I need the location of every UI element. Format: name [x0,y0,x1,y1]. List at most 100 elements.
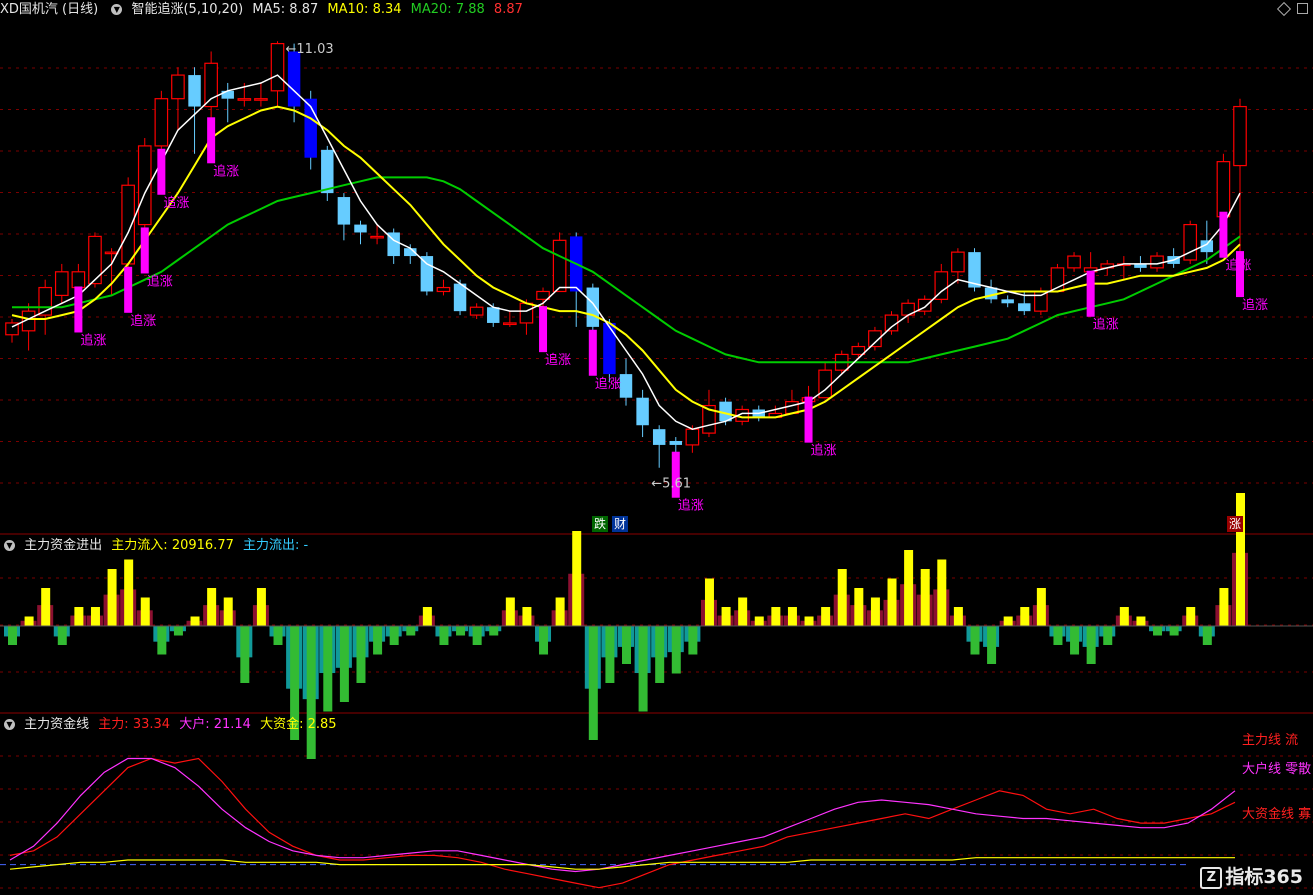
candle-body [469,306,484,316]
candle-body [519,302,534,324]
flow-bar [887,578,897,626]
candle-body [237,98,252,101]
ma20-label: MA20: [410,2,452,17]
ma20-value: 7.88 [455,2,485,17]
candle-body [1034,290,1048,312]
flow-bar [1169,626,1179,636]
candle-body [1233,105,1247,167]
fundline-title[interactable]: 主力资金线 [24,717,89,732]
flow-bar [323,626,333,712]
flow-bar [373,626,383,655]
candle-body [154,98,169,147]
fundline-menu-icon[interactable]: ▼ [4,719,15,730]
chase-bar [124,266,133,313]
candle-body [453,283,467,312]
flow-bar [721,607,731,626]
flow-bar [90,607,100,626]
flow-bar [622,626,631,664]
chase-bar [539,306,548,353]
candle-body [586,287,600,327]
flow-bar [157,626,167,655]
flow-bar [704,578,714,626]
ma5-value: 8.87 [289,2,319,17]
flow-bar [273,626,283,645]
candle-body [104,251,119,255]
flow-bar [671,626,681,674]
rise-tag[interactable]: 涨 [1227,516,1244,532]
flow-bar [1236,493,1245,626]
chase-label: 追涨 [545,352,571,368]
indicator-name[interactable]: 智能追涨(5,10,20) [131,2,243,17]
flow-bar [489,626,499,636]
flow-bar [1086,626,1096,664]
candle-body [54,271,69,297]
flow-bar [970,626,980,655]
candle-body [1067,255,1081,269]
chase-label: 追涨 [147,273,173,289]
logo-icon: Z [1200,867,1223,889]
flow-bar [1153,626,1163,636]
chase-bar [157,148,166,195]
fundline-panel-header: ▼ 主力资金线 主力: 33.34 大户: 21.14 大资金: 2.85 [0,715,342,735]
ma5-label: MA5: [252,2,286,17]
candle-body [121,184,135,265]
series-end-label: 大资金线 寡 [1242,806,1311,822]
main-chart-header: XD国机汽 (日线) ▼ 智能追涨(5,10,20) MA5: 8.87 MA1… [0,0,528,20]
flow-bar [41,588,51,626]
candle-body [636,397,649,426]
flow-bar [406,626,416,636]
candle-body [669,440,683,445]
candle-body [436,286,451,293]
finance-tag[interactable]: 财 [612,516,629,532]
extra-value: 8.87 [493,2,523,17]
indicator-menu-icon[interactable]: ▼ [111,4,123,15]
low-label: ←5.61 [651,477,691,492]
big-fund-line [9,857,1235,870]
flow-bar [588,626,598,740]
flow-bar [207,588,217,626]
candle-body [287,51,301,107]
candle-body [951,251,965,273]
candle-body [652,429,666,445]
flow-bar [1070,626,1080,655]
flow-bar [24,616,34,626]
symbol-title: XD国机汽 (日线) [0,2,99,17]
candle-body [171,74,185,100]
candle-body [1150,255,1164,269]
candle-body [619,374,633,398]
flow-bar [555,597,565,626]
flow-menu-icon[interactable]: ▼ [4,540,15,551]
flow-bar [1119,607,1129,626]
chase-label: 追涨 [595,376,621,392]
candle-body [552,239,567,293]
high-label: ←11.03 [286,42,334,57]
flow-bar [1202,626,1212,645]
flow-bar [638,626,648,712]
fall-tag[interactable]: 跌 [592,516,609,532]
flow-bar [1103,626,1113,645]
flow-title[interactable]: 主力资金进出 [24,538,102,553]
flow-bar [306,626,316,759]
chase-bar [1236,251,1244,298]
flow-bar [389,626,399,645]
inflow-value: 20916.77 [171,538,234,553]
candle-body [354,224,367,233]
main-value: 33.34 [132,717,171,732]
candle-body [337,197,351,225]
candle-body [370,235,384,239]
flow-bar [124,559,134,626]
flow-bar [804,616,814,626]
candle-body [204,62,218,108]
chase-label: 追涨 [678,498,704,514]
flow-bar [190,616,200,626]
flow-bar [1003,616,1013,626]
flow-bar [1186,607,1196,626]
flow-bar [240,626,250,683]
flow-bar [904,550,914,626]
flow-bar [821,607,831,626]
candle-body [1018,303,1031,312]
big-label: 大户: [179,717,210,732]
maximize-icon[interactable] [1297,3,1308,14]
flow-bar [837,569,847,626]
flow-bar [456,626,466,636]
